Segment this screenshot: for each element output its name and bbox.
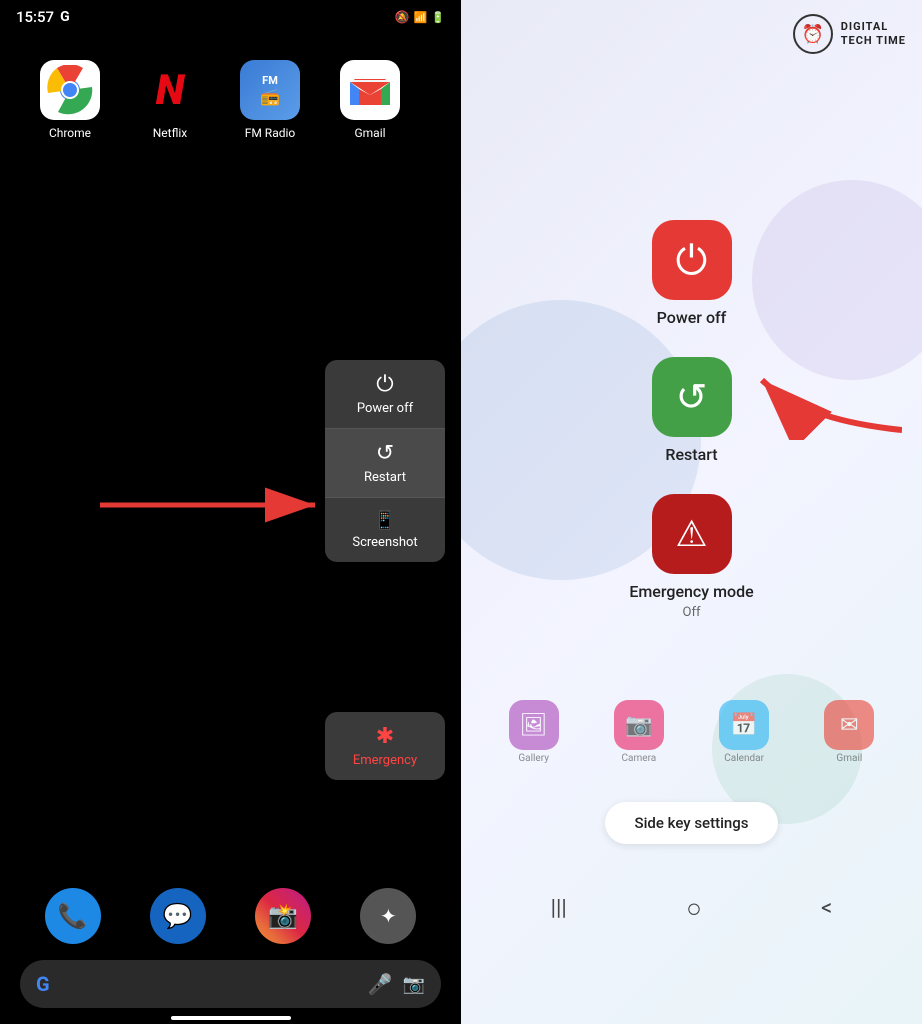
- dock-instagram[interactable]: 📸: [243, 888, 323, 944]
- logo-text-block: DIGITAL TECH TIME: [841, 20, 906, 49]
- chrome-label: Chrome: [49, 126, 91, 140]
- right-power-off-label: Power off: [657, 308, 727, 327]
- google-g: G: [60, 9, 70, 25]
- power-off-label: Power off: [357, 401, 413, 416]
- logo-circle: ⏰: [793, 14, 833, 54]
- dock-messages[interactable]: 💬: [138, 888, 218, 944]
- gmail-icon-svg: [345, 65, 395, 115]
- right-nav-bar: ||| ○ <: [461, 893, 922, 924]
- netflix-label: Netflix: [153, 126, 188, 140]
- search-bar[interactable]: G 🎤 📷: [20, 960, 441, 1008]
- power-off-menu-item[interactable]: ⏻ Power off: [325, 360, 445, 428]
- assistant-icon[interactable]: ✦: [360, 888, 416, 944]
- app-grid: Chrome N Netflix FM 📻 FM Radio: [0, 40, 461, 160]
- status-time: 15:57: [16, 8, 54, 26]
- home-indicator: [171, 1016, 291, 1020]
- restart-label: Restart: [364, 470, 406, 485]
- side-key-settings-btn[interactable]: Side key settings: [605, 802, 779, 844]
- google-search-icon: G: [36, 972, 50, 996]
- instagram-icon[interactable]: 📸: [255, 888, 311, 944]
- camera-bg-icon: 📷: [614, 700, 664, 750]
- lens-icon[interactable]: 📷: [403, 974, 425, 995]
- app-item-chrome[interactable]: Chrome: [30, 60, 110, 140]
- logo-area: ⏰ DIGITAL TECH TIME: [793, 14, 906, 54]
- logo-line2: TECH TIME: [841, 34, 906, 48]
- fmradio-wave: 📻: [260, 87, 280, 106]
- battery-icon: 🔋: [431, 11, 445, 24]
- right-emergency-label: Emergency mode: [629, 582, 753, 601]
- signal-icon: 📶: [414, 11, 428, 24]
- bg-app-camera: 📷 Camera: [614, 700, 664, 764]
- status-icons: 🔕 📶 🔋: [395, 10, 445, 24]
- bg-app-calendar: 📅 Calendar: [719, 700, 769, 764]
- netflix-icon-n: N: [156, 66, 185, 115]
- bg-app-gmail: ✉ Gmail: [824, 700, 874, 764]
- mute-icon: 🔕: [395, 10, 410, 24]
- logo-line1: DIGITAL: [841, 20, 906, 34]
- red-arrow-left: [100, 485, 330, 525]
- dock-phone[interactable]: 📞: [33, 888, 113, 944]
- right-emergency-icon: ⚠: [675, 513, 707, 555]
- bg-apps-row: 🖼 Gallery 📷 Camera 📅 Calendar ✉ Gmail: [461, 700, 922, 764]
- emergency-icon: ✱: [376, 724, 394, 749]
- phone-icon-glyph: 📞: [58, 902, 88, 930]
- mic-icon[interactable]: 🎤: [368, 972, 393, 996]
- right-restart-label: Restart: [665, 445, 717, 464]
- gmail-bg-icon: ✉: [824, 700, 874, 750]
- right-power-off-icon: ⏻: [676, 237, 708, 284]
- power-off-icon: ⏻: [376, 372, 393, 397]
- fmradio-fm: FM: [262, 74, 278, 87]
- chrome-icon-svg: [45, 65, 95, 115]
- fmradio-label: FM Radio: [245, 126, 296, 140]
- emergency-menu-item[interactable]: ✱ Emergency: [325, 712, 445, 780]
- messages-icon-glyph: 💬: [163, 902, 193, 930]
- logo-icon: ⏰: [802, 24, 824, 45]
- screenshot-icon: 📱: [374, 510, 396, 531]
- calendar-bg-icon: 📅: [719, 700, 769, 750]
- calendar-bg-label: Calendar: [724, 753, 764, 764]
- assistant-icon-glyph: ✦: [380, 904, 397, 928]
- bg-app-gallery: 🖼 Gallery: [509, 700, 559, 764]
- app-item-fmradio[interactable]: FM 📻 FM Radio: [230, 60, 310, 140]
- restart-icon: ↺: [376, 441, 394, 466]
- emergency-label: Emergency: [353, 753, 417, 768]
- right-power-off-btn[interactable]: ⏻: [652, 220, 732, 300]
- nav-home-icon[interactable]: ○: [686, 893, 702, 924]
- instagram-icon-glyph: 📸: [268, 902, 298, 930]
- dock: 📞 💬 📸 ✦: [0, 888, 461, 944]
- phone-icon[interactable]: 📞: [45, 888, 101, 944]
- power-menu: ⏻ Power off ↺ Restart 📱 Screenshot: [325, 360, 445, 562]
- restart-menu-item[interactable]: ↺ Restart: [325, 428, 445, 497]
- gallery-bg-label: Gallery: [518, 753, 549, 764]
- nav-recent-icon[interactable]: |||: [551, 896, 567, 921]
- dock-assistant[interactable]: ✦: [348, 888, 428, 944]
- screenshot-label: Screenshot: [352, 535, 417, 550]
- status-bar: 15:57 G 🔕 📶 🔋: [0, 0, 461, 30]
- right-emergency-sublabel: Off: [683, 605, 701, 620]
- gallery-bg-icon: 🖼: [509, 700, 559, 750]
- left-phone-screen: 15:57 G 🔕 📶 🔋: [0, 0, 461, 1024]
- gmail-app-icon[interactable]: [340, 60, 400, 120]
- netflix-app-icon[interactable]: N: [140, 60, 200, 120]
- right-red-arrow: [702, 360, 902, 440]
- nav-back-icon[interactable]: <: [821, 896, 832, 921]
- fmradio-app-icon[interactable]: FM 📻: [240, 60, 300, 120]
- screenshot-menu-item[interactable]: 📱 Screenshot: [325, 497, 445, 562]
- messages-icon[interactable]: 💬: [150, 888, 206, 944]
- right-panel: ⏰ DIGITAL TECH TIME ⏻ Power off ↺ Restar…: [461, 0, 922, 1024]
- app-item-netflix[interactable]: N Netflix: [130, 60, 210, 140]
- gmail-label: Gmail: [354, 126, 385, 140]
- gmail-bg-label: Gmail: [836, 753, 862, 764]
- emergency-menu: ✱ Emergency: [325, 712, 445, 780]
- right-emergency-btn[interactable]: ⚠: [652, 494, 732, 574]
- right-emergency-item: ⚠ Emergency mode Off: [629, 494, 753, 620]
- chrome-app-icon[interactable]: [40, 60, 100, 120]
- camera-bg-label: Camera: [622, 753, 657, 764]
- right-power-off-item: ⏻ Power off: [652, 220, 732, 327]
- app-item-gmail[interactable]: Gmail: [330, 60, 410, 140]
